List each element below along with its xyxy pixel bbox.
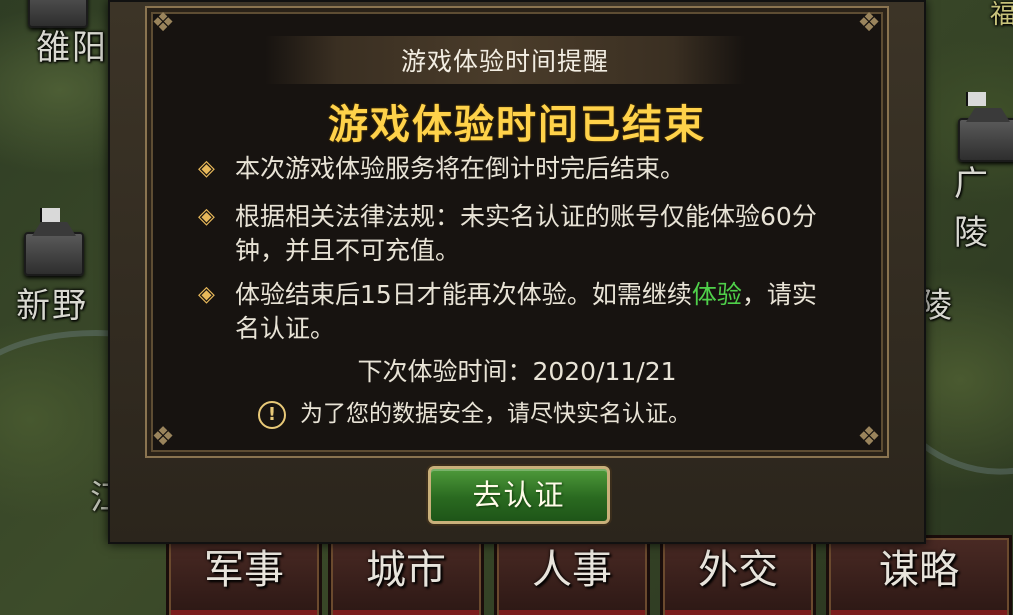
rule-text: 根据相关法律法规：未实名认证的账号仅能体验60分钟，并且不可充值。 (235, 202, 817, 265)
diamond-bullet-icon: ◈ (198, 282, 215, 307)
dialog-title: 游戏体验时间已结束 (328, 102, 706, 148)
city-label-fu[interactable]: 福 (990, 0, 1013, 31)
menu-diplomacy-button[interactable]: 外交 (660, 535, 816, 615)
next-time-label: 下次体验时间： (357, 357, 533, 386)
menu-personnel-button[interactable]: 人事 (494, 535, 650, 615)
rule-highlight-link[interactable]: 体验 (692, 280, 742, 309)
rule-text: 体验结束后15日才能再次体验。如需继续体验，请实名认证。 (198, 278, 835, 346)
flag-icon (40, 208, 60, 222)
menu-military-button[interactable]: 军事 (166, 535, 322, 615)
next-play-time: 下次体验时间：2020/11/21 (145, 352, 889, 388)
rule-item: ◈ 本次游戏体验服务将在倒计时完后结束。 (198, 152, 858, 186)
menu-strategy-button[interactable]: 谋略 (826, 535, 1012, 615)
rule-text-part: 体验结束后15日才能再次体验。如需继续 (235, 280, 692, 309)
warning-text: 为了您的数据安全，请尽快实名认证。 (300, 401, 691, 427)
security-warning: ! 为了您的数据安全，请尽快实名认证。 (258, 398, 691, 430)
warning-icon: ! (258, 400, 286, 429)
corner-ornament-icon: ❖ (857, 8, 881, 38)
corner-ornament-icon: ❖ (151, 8, 175, 38)
rule-item: ◈ 体验结束后15日才能再次体验。如需继续体验，请实名认证。 (198, 278, 858, 346)
city-label-luoyang[interactable]: 雒阳 (36, 20, 108, 69)
city-icon[interactable] (24, 232, 84, 276)
next-time-value: 2020/11/21 (532, 357, 677, 386)
dialog-header: 游戏体验时间提醒 (400, 47, 609, 76)
flag-icon (966, 92, 986, 106)
verify-button[interactable]: 去认证 (428, 466, 610, 524)
rule-item: ◈ 根据相关法律法规：未实名认证的账号仅能体验60分钟，并且不可充值。 (198, 200, 858, 268)
corner-ornament-icon: ❖ (857, 422, 881, 452)
city-label-xinye[interactable]: 新野 (16, 278, 88, 327)
rule-text: 本次游戏体验服务将在倒计时完后结束。 (235, 154, 686, 183)
corner-ornament-icon: ❖ (151, 422, 175, 452)
city-label-guangling[interactable]: 广陵 (954, 156, 1013, 254)
menu-city-button[interactable]: 城市 (328, 535, 484, 615)
game-screen: 雒阳 新野 广陵 陵 福 江 军事 城市 人事 外交 谋略 ❖ ❖ ❖ ❖ 游戏… (0, 0, 1013, 615)
diamond-bullet-icon: ◈ (198, 156, 215, 181)
diamond-bullet-icon: ◈ (198, 204, 215, 229)
